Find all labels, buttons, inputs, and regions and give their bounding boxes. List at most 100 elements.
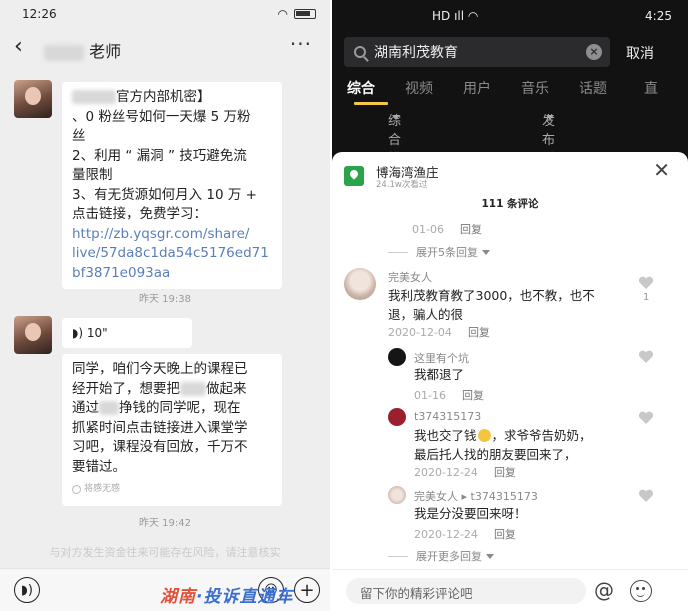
- commenter-name[interactable]: t374315173: [414, 410, 481, 423]
- tab-topics[interactable]: 话题: [564, 78, 622, 100]
- status-time: 12:26: [22, 7, 57, 21]
- sender-avatar[interactable]: [14, 80, 52, 118]
- comment-meta: 2020-12-04 回复: [388, 324, 490, 340]
- status-bar: 12:26 ◠: [0, 0, 330, 28]
- mention-icon[interactable]: @: [594, 578, 614, 602]
- search-bar[interactable]: 湖南利茂教育 ×: [344, 37, 610, 67]
- voice-input-icon[interactable]: ◗): [14, 577, 40, 603]
- msg-line: 习吧，课程没有回放，千万不: [72, 439, 248, 455]
- comments-sheet: 博海湾渔庄 24.1w次看过 ✕ 111 条评论 01-06 回复 展开5条回复 …: [332, 152, 688, 611]
- heart-icon[interactable]: [638, 350, 654, 364]
- filter-bar: 综合排序 发布时间: [332, 110, 688, 186]
- comment-meta: 2020-12-24 回复: [414, 464, 516, 480]
- comment-line: 我利茂教育教了3000，也不教，也不: [388, 288, 595, 303]
- check-icon: [72, 485, 81, 495]
- time-filter[interactable]: 发布时间: [542, 110, 555, 186]
- expand-replies[interactable]: 展开5条回复: [388, 244, 490, 260]
- active-tab-indicator: [354, 102, 388, 105]
- commenter-name[interactable]: 完美女人: [388, 269, 432, 285]
- close-icon[interactable]: ✕: [653, 158, 670, 182]
- tab-music[interactable]: 音乐: [506, 78, 564, 100]
- tab-general[interactable]: 综合: [332, 78, 390, 100]
- comment-line: 我也交了钱: [414, 428, 477, 443]
- heart-icon[interactable]: [638, 489, 654, 503]
- watermark: 湖南·投诉直通车: [160, 582, 293, 607]
- chat-header: ‹ 老师 ···: [0, 28, 330, 68]
- search-icon: [354, 46, 366, 58]
- comment-date: 2020-12-04: [388, 326, 452, 339]
- commenter-name[interactable]: 完美女人 ▸ t374315173: [414, 488, 538, 504]
- watermark-a: 湖南: [160, 587, 196, 607]
- avatar[interactable]: [344, 268, 376, 300]
- promo-link[interactable]: bf3871e093aa: [72, 264, 272, 284]
- tab-video[interactable]: 视频: [390, 78, 448, 100]
- comment-meta: 01-16 回复: [414, 387, 484, 403]
- status-bar: HD ıll ◠ 4:25: [332, 0, 688, 32]
- reply-button[interactable]: 回复: [462, 389, 484, 402]
- comment-line: ，求爷爷告奶奶，: [491, 428, 592, 443]
- promo-link[interactable]: http://zb.yqsgr.com/share/: [72, 225, 272, 245]
- account-views: 24.1w次看过: [376, 180, 428, 190]
- cancel-button[interactable]: 取消: [626, 43, 654, 63]
- chevron-down-icon: [486, 553, 494, 559]
- avatar[interactable]: [388, 408, 406, 426]
- comment-input-bar: 留下你的精彩评论吧 @: [332, 569, 688, 611]
- emoji-icon[interactable]: [630, 580, 652, 602]
- msg-line: 量限制: [72, 167, 113, 183]
- watermark-b: ·投诉直通车: [196, 587, 294, 607]
- reply-button[interactable]: 回复: [494, 466, 516, 479]
- heart-icon[interactable]: [638, 276, 654, 290]
- chevron-down-icon: [482, 249, 490, 255]
- msg-line: 2、利用 “ 漏洞 ” 技巧避免流: [72, 147, 247, 164]
- comment-input[interactable]: 留下你的精彩评论吧: [346, 578, 586, 604]
- clear-icon[interactable]: ×: [586, 44, 602, 60]
- heart-icon[interactable]: [638, 411, 654, 425]
- msg-line: 点击链接，免费学习：: [72, 206, 207, 222]
- comment-text: 我利茂教育教了3000，也不教，也不 退，骗人的很: [388, 286, 595, 324]
- blurred-text: [72, 90, 116, 104]
- status-time: 4:25: [645, 9, 672, 23]
- avatar[interactable]: [388, 486, 406, 504]
- comment-text: 我是分没要回来呀！: [414, 506, 527, 521]
- comment-count: 111 条评论: [481, 198, 539, 210]
- promo-link[interactable]: live/57da8c1da54c5176ed71: [72, 244, 272, 264]
- message-timestamp: 昨天 19:38: [139, 294, 191, 305]
- tab-users[interactable]: 用户: [448, 78, 506, 100]
- voice-icon: ◗): [72, 326, 84, 340]
- blurred-text: [180, 381, 206, 396]
- comment-date: 01-06: [412, 223, 444, 236]
- reply-button[interactable]: 回复: [460, 223, 482, 236]
- search-input[interactable]: 湖南利茂教育: [374, 42, 458, 62]
- message-bubble-class[interactable]: 同学，咱们今天晚上的课程已 经开始了，想要把 做起来 通过 挣钱的同学呢，现在 抓紧…: [62, 354, 282, 506]
- seen-text: 将感无感: [84, 484, 121, 494]
- sort-filter[interactable]: 综合排序: [388, 110, 401, 186]
- laughing-emoji-icon: [477, 429, 491, 442]
- reply-button[interactable]: 回复: [468, 326, 490, 339]
- expand-more-replies[interactable]: 展开更多回复: [388, 548, 494, 564]
- tab-live[interactable]: 直: [622, 78, 680, 100]
- msg-line: 丝: [72, 128, 86, 144]
- msg-line: 要错过。: [72, 458, 126, 475]
- location-icon: [344, 166, 364, 186]
- divider: [388, 555, 408, 557]
- reply-button[interactable]: 回复: [494, 528, 516, 541]
- like-count: 1: [643, 292, 650, 303]
- commenter-name[interactable]: 这里有个坑: [414, 350, 469, 366]
- msg-line: 、0 粉丝号如何一天爆 5 万粉: [72, 108, 251, 125]
- voice-message[interactable]: ◗) 10": [62, 318, 192, 348]
- avatar[interactable]: [388, 348, 406, 366]
- msg-line: 做起来: [206, 380, 247, 397]
- comment-date: 01-16: [414, 389, 446, 402]
- video-search-screen: HD ıll ◠ 4:25 湖南利茂教育 × 取消 综合 视频 用户 音乐 话题…: [332, 0, 688, 611]
- expand-replies-label: 展开5条回复: [416, 246, 478, 259]
- sender-avatar[interactable]: [14, 316, 52, 354]
- plus-icon[interactable]: +: [294, 577, 320, 603]
- comment-line: 退，骗人的很: [388, 307, 464, 322]
- battery-icon: [294, 9, 316, 19]
- message-timestamp: 昨天 19:42: [139, 518, 191, 529]
- msg-line: 官方内部机密】: [116, 89, 211, 105]
- wechat-chat-screen: 12:26 ◠ ‹ 老师 ··· 官方内部机密】 、0 粉丝号如何一天爆 5 万…: [0, 0, 330, 611]
- message-bubble-promo[interactable]: 官方内部机密】 、0 粉丝号如何一天爆 5 万粉 丝 2、利用 “ 漏洞 ” 技…: [62, 82, 282, 289]
- back-icon[interactable]: ‹: [14, 34, 23, 59]
- more-options-icon[interactable]: ···: [290, 32, 312, 56]
